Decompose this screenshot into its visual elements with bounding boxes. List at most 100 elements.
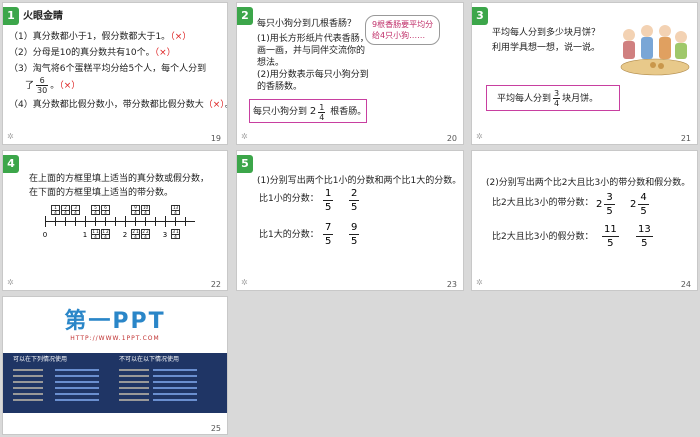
instruction-line: 利用学具想一想，说一说。 [492, 43, 601, 53]
number-line: 0 1 2 3 1 4 2 4 3 4 5 4 6 4 9 4 10 4 13 4 1 141 24 2 142 24 3 … [42, 205, 195, 241]
star-icon: ✲ [241, 132, 248, 141]
item-4: （4）真分数都比假分数小，带分数都比假分数大（×）。 [9, 99, 227, 112]
allowed-title: 可以在下列情况使用 [13, 356, 68, 363]
star-icon: ✲ [476, 132, 483, 141]
speech-bubble: 9根香肠要平均分 给4只小狗…… [365, 15, 441, 45]
link-placeholder-line [153, 387, 197, 389]
row-label: 比2大且比3小的假分数： [492, 232, 594, 242]
link-placeholder-line [55, 381, 99, 383]
number-line-tick [95, 217, 96, 226]
slide-footer: ✲ 23 [237, 276, 463, 290]
number-line-tick [55, 217, 56, 226]
row-label: 比1大的分数： [259, 230, 319, 240]
fraction: 13 5 [636, 224, 653, 249]
fraction: 75 [323, 222, 334, 247]
slide-badge: 4 [3, 155, 19, 173]
link-placeholder-line [119, 399, 149, 401]
bottom-mixed-box[interactable]: 2 14 [131, 229, 140, 239]
item-3-cont: 了 6 30 。（×） [25, 76, 81, 95]
number-line-tick [165, 216, 166, 227]
row-label: 比2大且比3小的带分数： [492, 198, 594, 208]
top-fraction-box[interactable]: 94 [131, 205, 140, 215]
link-placeholder-line [55, 375, 99, 377]
slide-number: 25 [210, 424, 221, 433]
wrong-mark: （×） [59, 81, 81, 91]
instruction-line: 在下面的方框里填上适当的带分数。 [29, 188, 174, 198]
link-placeholder-line [55, 387, 99, 389]
number-line-label: 0 [42, 231, 48, 239]
top-fraction-box[interactable]: 64 [101, 205, 110, 215]
item-text: （1）真分数都小于1，假分数都大于1。 [9, 32, 171, 42]
slide-24[interactable]: (2)分别写出两个比2大且比3小的带分数和假分数。 比2大且比3小的带分数： 2… [471, 150, 698, 291]
number-line-tick [105, 217, 106, 226]
number-line-tick [65, 217, 66, 226]
question: 每只小狗分到几根香肠？ [257, 19, 357, 29]
bottom-mixed-box[interactable]: 2 24 [141, 229, 150, 239]
fraction: 34 [553, 89, 561, 108]
slide-number: 20 [446, 134, 457, 143]
number-line-tick [135, 217, 136, 226]
top-fraction-box[interactable]: 14 [51, 205, 60, 215]
slide-number: 24 [680, 280, 691, 289]
number-line-tick [75, 217, 76, 226]
top-fraction-box[interactable]: 10 4 [141, 205, 150, 215]
fraction: 95 [349, 222, 360, 247]
top-fraction-box[interactable]: 13 4 [171, 205, 180, 215]
bottom-mixed-box[interactable]: 3 14 [171, 229, 180, 239]
forbidden-title: 不可以在以下情况使用 [119, 356, 180, 363]
number-line-tick [115, 217, 116, 226]
link-placeholder-line [119, 381, 149, 383]
slide-19[interactable]: 1 火眼金睛 （1）真分数都小于1，假分数都大于1。（×） （2）分母是10的真… [2, 2, 228, 145]
slide-23[interactable]: 5 (1)分别写出两个比1小的分数和两个比1大的分数。 比1小的分数： 15 2… [236, 150, 464, 291]
fraction: 11 5 [602, 224, 619, 249]
link-placeholder-line [153, 375, 197, 377]
number-line-tick [85, 216, 86, 227]
instruction-line: 在上面的方框里填上适当的真分数或假分数， [29, 174, 210, 184]
item-1: （1）真分数都小于1，假分数都大于1。（×） [9, 31, 191, 44]
fraction: 6 30 [36, 76, 49, 95]
number-line-tick [145, 217, 146, 226]
mixed-fraction: 214 [309, 102, 326, 122]
slide-badge: 1 [3, 7, 19, 25]
link-placeholder-line [13, 381, 43, 383]
family-illustration [620, 25, 690, 76]
slide-25[interactable]: 第一PPT HTTP://WWW.1PPT.COM 可以在下列情况使用 不可以在… [2, 296, 228, 435]
slide-footer: ✲ 22 [3, 276, 227, 290]
logo: 第一PPT HTTP://WWW.1PPT.COM [3, 309, 227, 343]
number-line-tick [175, 217, 176, 226]
slide-footer: ✲ 19 [3, 130, 227, 144]
slide-21[interactable]: 3 平均每人分到多少块月饼？ 利用学具想一想，说一说。 平均每人分到 3 4 块月饼。… [471, 2, 698, 145]
link-placeholder-line [13, 399, 43, 401]
number-line-label: 1 [82, 231, 88, 239]
slide-22[interactable]: 4 在上面的方框里填上适当的真分数或假分数， 在下面的方框里填上适当的带分数。 … [2, 150, 228, 291]
number-line-tick [125, 216, 126, 227]
mixed-fraction: 245 [630, 192, 649, 217]
star-icon: ✲ [476, 278, 483, 287]
wrong-mark: （×） [154, 48, 176, 58]
slide-footer: ✲ 20 [237, 130, 463, 144]
slide-footer: ✲ 24 [472, 276, 697, 290]
item-text: 了 [25, 81, 35, 91]
item-2: （2）分母是10的真分数共有10个。（×） [9, 47, 176, 60]
slide-20[interactable]: 2 每只小狗分到几根香肠？ (1)用长方形纸片代表香肠， 画一画，并与同伴交流你… [236, 2, 464, 145]
slide-number: 19 [210, 134, 221, 143]
wrong-mark: （×） [203, 100, 225, 110]
bottom-mixed-box[interactable]: 1 14 [91, 229, 100, 239]
link-placeholder-line [119, 393, 149, 395]
item-text: （2）分母是10的真分数共有10个。 [9, 48, 155, 58]
link-placeholder-line [119, 369, 149, 371]
slide-title: 火眼金睛 [23, 11, 63, 22]
link-placeholder-line [153, 381, 197, 383]
top-fraction-box[interactable]: 34 [71, 205, 80, 215]
bottom-mixed-box[interactable]: 1 24 [101, 229, 110, 239]
fraction: 25 [349, 188, 360, 213]
slide-badge: 5 [237, 155, 253, 173]
wrong-mark: （×） [170, 32, 192, 42]
link-placeholder-line [13, 375, 43, 377]
slide-footer: ✲ 21 [472, 130, 697, 144]
link-placeholder-line [119, 387, 149, 389]
top-fraction-box[interactable]: 54 [91, 205, 100, 215]
logo-text: 第一PPT [64, 309, 166, 334]
link-placeholder-line [153, 369, 197, 371]
top-fraction-box[interactable]: 24 [61, 205, 70, 215]
